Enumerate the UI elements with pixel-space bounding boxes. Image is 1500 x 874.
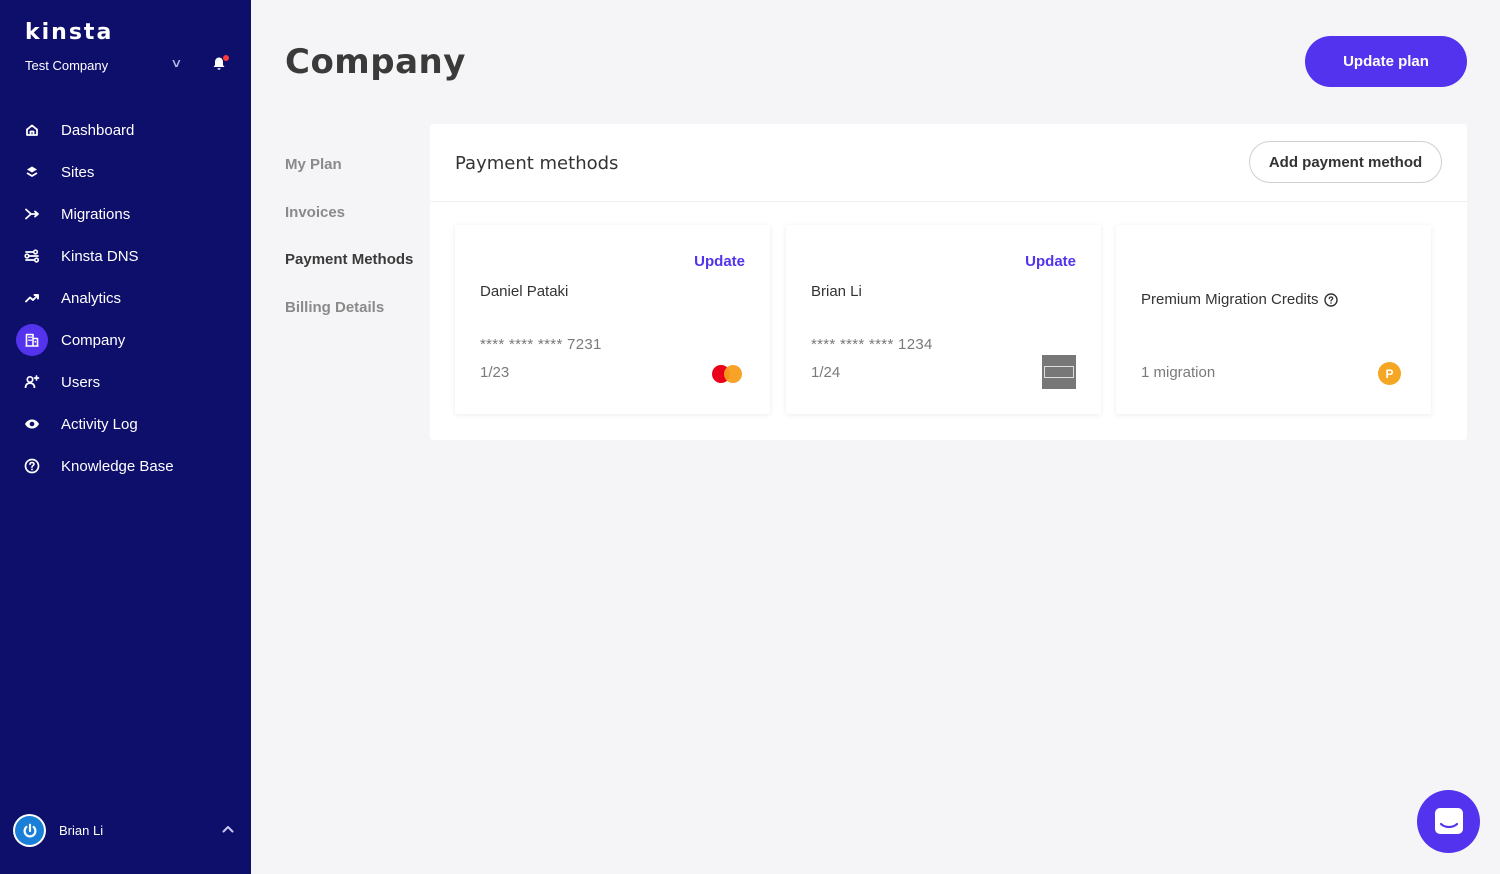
sidebar-item-label: Migrations — [61, 205, 131, 223]
card-expiry: 1/24 — [811, 364, 841, 381]
company-switcher[interactable]: Test Company ∨ — [25, 56, 190, 74]
credits-title-label: Premium Migration Credits — [1141, 291, 1319, 308]
chat-launcher-button[interactable] — [1417, 790, 1480, 853]
notification-dot — [223, 55, 229, 61]
sidebar-item-users[interactable]: Users — [0, 361, 251, 403]
card-expiry: 1/23 — [480, 364, 510, 381]
add-user-icon — [16, 366, 48, 398]
notifications-bell-icon[interactable] — [212, 55, 229, 72]
card-number: **** **** **** 1234 — [811, 336, 933, 353]
update-card-link[interactable]: Update — [694, 253, 745, 270]
card-number: **** **** **** 7231 — [480, 336, 602, 353]
sidebar-item-label: Activity Log — [61, 415, 138, 433]
help-circle-icon[interactable] — [1323, 292, 1338, 307]
sidebar-item-label: Users — [61, 373, 101, 391]
credits-count: 1 migration — [1141, 364, 1216, 381]
mastercard-icon — [712, 365, 742, 383]
sidebar-item-label: Company — [61, 331, 126, 349]
migrations-icon — [16, 198, 48, 230]
credits-title: Premium Migration Credits — [1141, 291, 1338, 308]
eye-icon — [16, 408, 48, 440]
building-icon — [16, 324, 48, 356]
sidebar-item-migrations[interactable]: Migrations — [0, 193, 251, 235]
analytics-icon — [16, 282, 48, 314]
sidebar-item-knowledge-base[interactable]: Knowledge Base — [0, 445, 251, 487]
sidebar-item-company[interactable]: Company — [0, 319, 251, 361]
sidebar-item-label: Kinsta DNS — [61, 247, 139, 265]
sidebar-item-activity-log[interactable]: Activity Log — [0, 403, 251, 445]
sidebar-item-label: Sites — [61, 163, 95, 181]
chevron-up-icon — [222, 822, 234, 836]
card-holder-name: Brian Li — [811, 283, 862, 300]
card-holder-name: Daniel Pataki — [480, 283, 569, 300]
tab-payment-methods[interactable]: Payment Methods — [285, 251, 413, 268]
sidebar-item-analytics[interactable]: Analytics — [0, 277, 251, 319]
sidebar-nav: Dashboard Sites Migrations Kinsta DNS An… — [0, 109, 251, 487]
tab-my-plan[interactable]: My Plan — [285, 156, 342, 173]
sidebar-item-dashboard[interactable]: Dashboard — [0, 109, 251, 151]
sidebar-item-label: Dashboard — [61, 121, 135, 139]
sidebar: kinsta Test Company ∨ Dashboard Sites Mi… — [0, 0, 251, 874]
help-circle-icon — [16, 450, 48, 482]
panel-title: Payment methods — [455, 153, 619, 174]
page-title: Company — [285, 42, 466, 82]
update-card-link[interactable]: Update — [1025, 253, 1076, 270]
add-payment-method-button[interactable]: Add payment method — [1249, 141, 1442, 183]
chevron-down-icon: ∨ — [170, 56, 183, 70]
power-icon — [23, 823, 36, 837]
amex-icon — [1042, 355, 1076, 389]
home-icon — [16, 114, 48, 146]
avatar — [13, 814, 46, 847]
credits-badge: P — [1378, 362, 1401, 385]
payment-card: Update Daniel Pataki **** **** **** 7231… — [455, 225, 770, 414]
panel-header: Payment methods Add payment method — [430, 124, 1467, 202]
sidebar-item-label: Analytics — [61, 289, 122, 307]
user-name: Brian Li — [59, 823, 104, 838]
kinsta-logo[interactable]: kinsta — [25, 20, 113, 45]
chat-icon — [1434, 807, 1463, 834]
tab-billing-details[interactable]: Billing Details — [285, 299, 384, 316]
payment-methods-panel: Payment methods Add payment method Updat… — [430, 124, 1467, 440]
sidebar-item-label: Knowledge Base — [61, 457, 174, 475]
user-menu[interactable]: Brian Li — [0, 810, 251, 850]
layers-icon — [16, 156, 48, 188]
sidebar-item-kinsta-dns[interactable]: Kinsta DNS — [0, 235, 251, 277]
sidebar-item-sites[interactable]: Sites — [0, 151, 251, 193]
tab-invoices[interactable]: Invoices — [285, 204, 345, 221]
company-name: Test Company — [25, 57, 109, 73]
migration-credits-card: Premium Migration Credits 1 migration P — [1116, 225, 1431, 414]
payment-card: Update Brian Li **** **** **** 1234 1/24 — [786, 225, 1101, 414]
dns-icon — [16, 240, 48, 272]
update-plan-button[interactable]: Update plan — [1305, 36, 1467, 87]
